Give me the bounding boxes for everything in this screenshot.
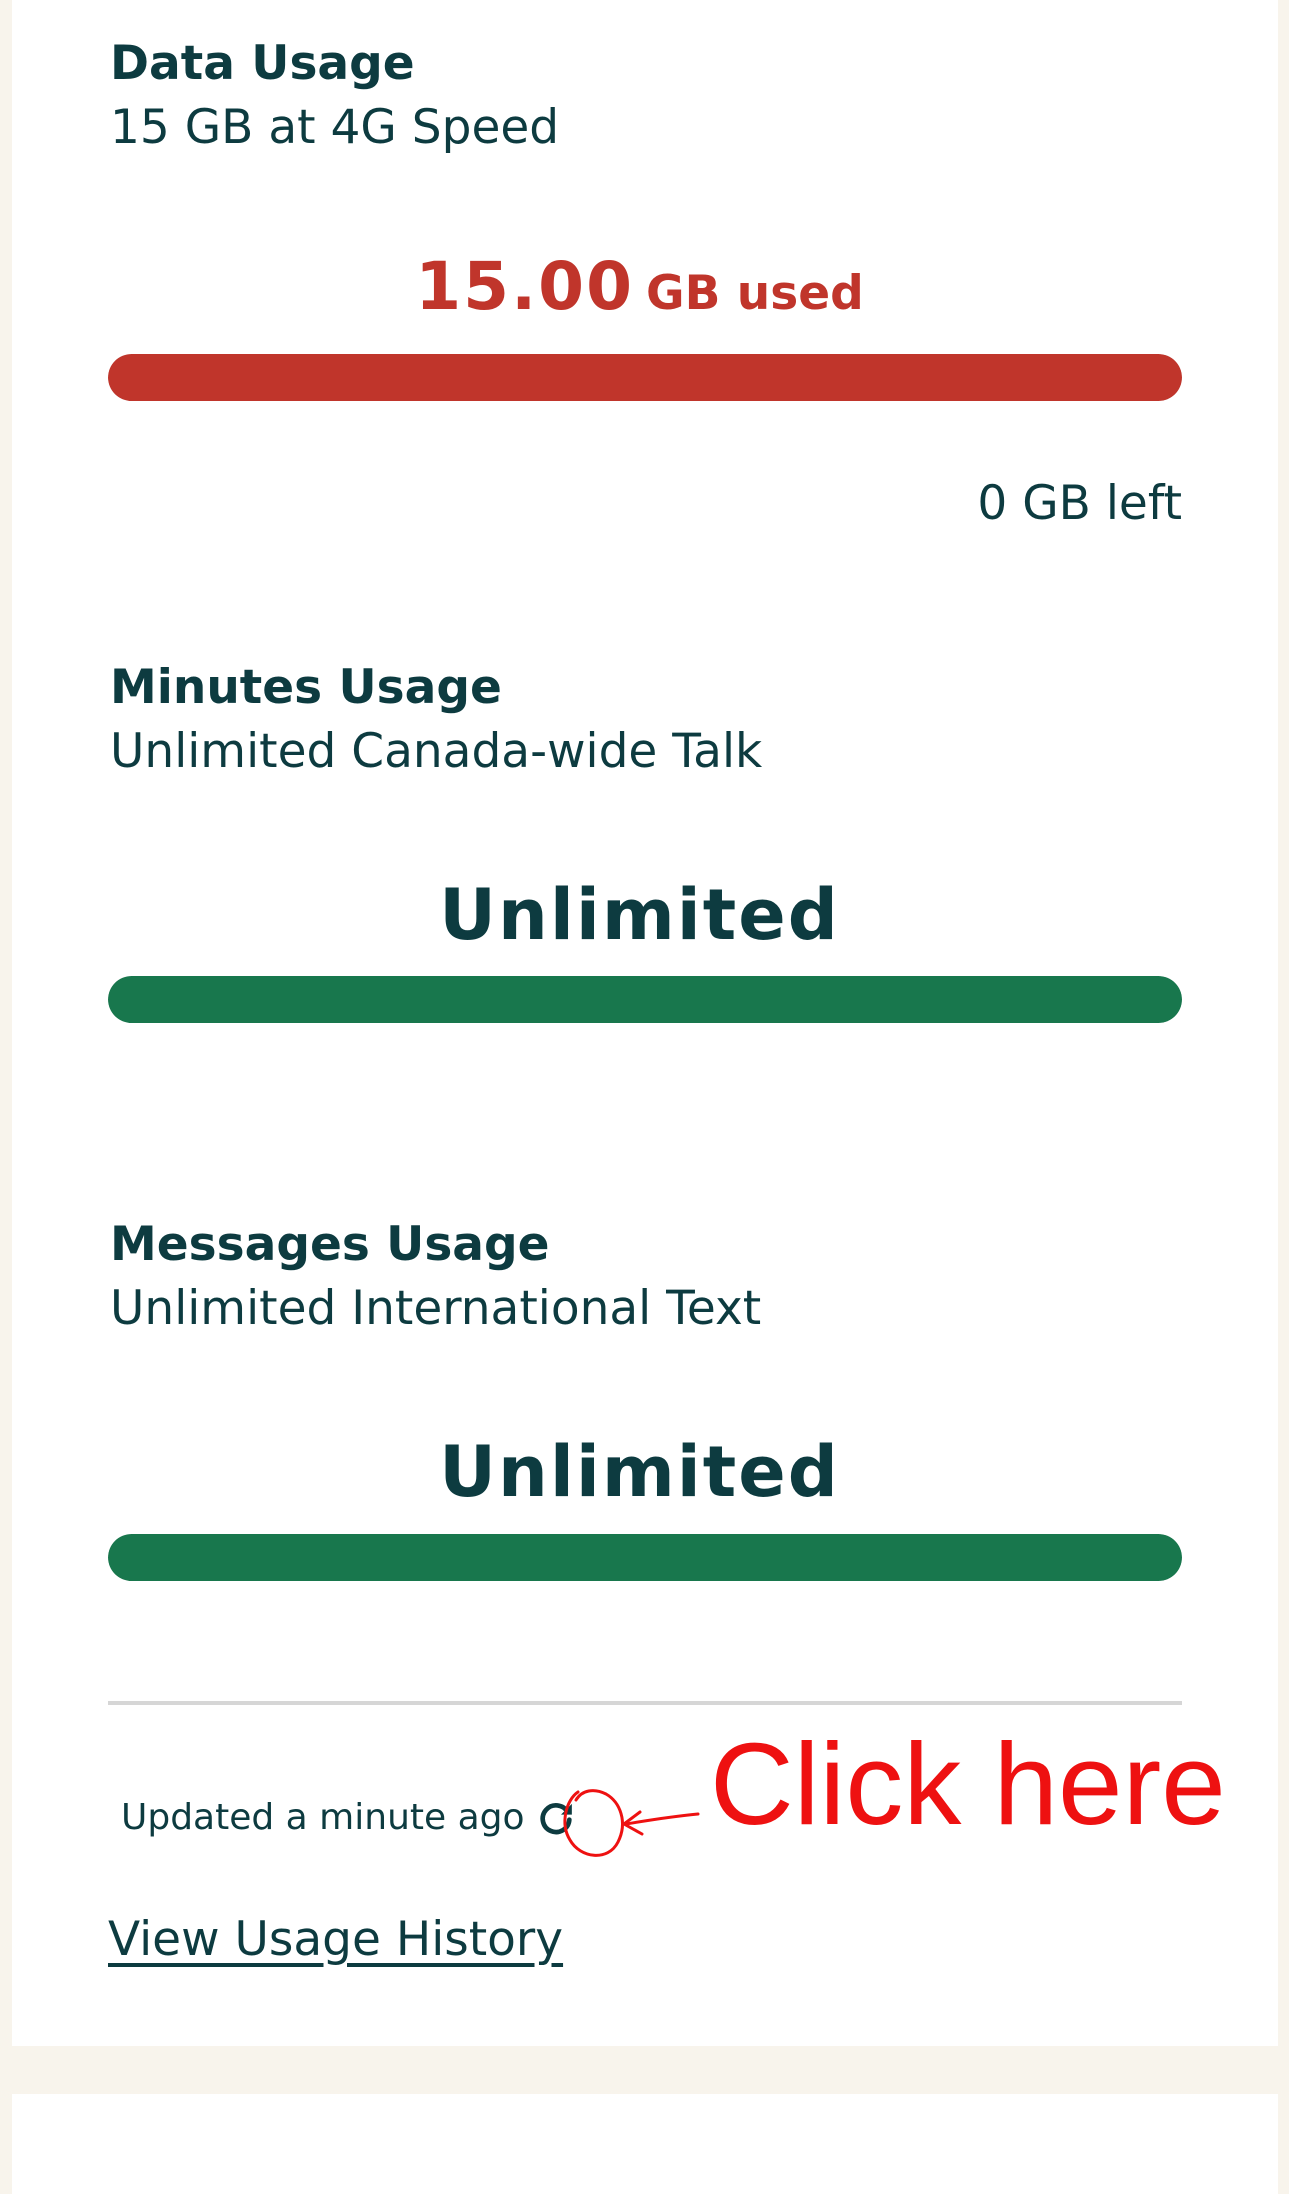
messages-plan-text: Unlimited International Text xyxy=(110,1281,762,1336)
minutes-usage-bar xyxy=(108,976,1182,1023)
messages-usage-bar-fill xyxy=(108,1534,1182,1581)
data-usage-bar-fill xyxy=(108,354,1182,401)
data-usage-title: Data Usage xyxy=(110,36,415,91)
data-used-value: 15.00 xyxy=(415,248,635,325)
data-remaining-text: 0 GB left xyxy=(977,476,1182,531)
minutes-usage-bar-fill xyxy=(108,976,1182,1023)
minutes-status: Unlimited xyxy=(439,874,840,956)
annotation-circle xyxy=(563,1789,624,1857)
updated-text: Updated a minute ago xyxy=(121,1797,525,1838)
next-card xyxy=(12,2094,1278,2194)
view-usage-history-link[interactable]: View Usage History xyxy=(108,1910,563,1970)
data-used-readout: 15.00 GB used xyxy=(97,248,1182,325)
minutes-usage-title: Minutes Usage xyxy=(110,660,502,715)
minutes-plan-text: Unlimited Canada-wide Talk xyxy=(110,724,763,779)
data-plan-text: 15 GB at 4G Speed xyxy=(110,100,560,155)
data-used-label: GB used xyxy=(646,266,864,321)
updated-row: Updated a minute ago xyxy=(121,1788,581,1848)
data-usage-bar xyxy=(108,354,1182,401)
click-here-annotation: Click here xyxy=(530,1720,1250,1880)
click-here-text: Click here xyxy=(710,1719,1226,1849)
annotation-marks xyxy=(563,1789,700,1857)
messages-status: Unlimited xyxy=(439,1431,840,1513)
divider xyxy=(108,1701,1182,1705)
messages-usage-title: Messages Usage xyxy=(110,1217,550,1272)
messages-usage-bar xyxy=(108,1534,1182,1581)
